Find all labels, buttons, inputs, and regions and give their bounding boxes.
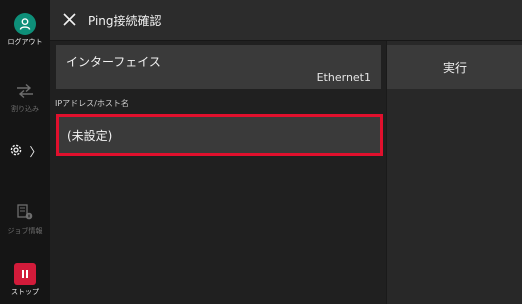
stop-icon xyxy=(14,263,36,285)
action-panel: 実行 xyxy=(386,41,522,304)
close-button[interactable] xyxy=(60,11,78,29)
logout-button[interactable]: ログアウト xyxy=(0,13,50,47)
logout-label: ログアウト xyxy=(7,38,43,46)
close-icon xyxy=(62,11,76,30)
ip-address-field[interactable]: (未設定) xyxy=(56,114,383,156)
gear-icon xyxy=(8,142,24,162)
run-button[interactable]: 実行 xyxy=(387,45,522,89)
ip-address-label: IPアドレス/ホスト名 xyxy=(55,99,129,108)
job-info-icon xyxy=(0,202,50,224)
job-info-label: ジョブ情報 xyxy=(7,227,43,235)
ip-address-value: (未設定) xyxy=(67,129,113,143)
interface-value: Ethernet1 xyxy=(316,71,371,84)
job-info-button[interactable]: ジョブ情報 xyxy=(0,202,50,236)
stop-button[interactable]: ストップ xyxy=(0,263,50,297)
stop-label: ストップ xyxy=(11,288,39,296)
settings-button[interactable]: 〉 xyxy=(0,141,50,162)
interrupt-label: 割り込み xyxy=(11,105,39,113)
interrupt-icon xyxy=(0,82,50,102)
interrupt-button[interactable]: 割り込み xyxy=(0,82,50,114)
sidebar: ログアウト 割り込み 〉 ジョブ情報 ストップ xyxy=(0,0,50,304)
settings-panel: インターフェイス Ethernet1 IPアドレス/ホスト名 (未設定) xyxy=(50,41,385,304)
page-title: Ping接続確認 xyxy=(88,14,162,28)
chevron-right-icon: 〉 xyxy=(29,145,42,159)
interface-select-button[interactable]: インターフェイス Ethernet1 xyxy=(56,45,381,89)
interface-label: インターフェイス xyxy=(66,55,161,69)
header: Ping接続確認 xyxy=(50,0,522,41)
user-icon xyxy=(14,13,36,35)
